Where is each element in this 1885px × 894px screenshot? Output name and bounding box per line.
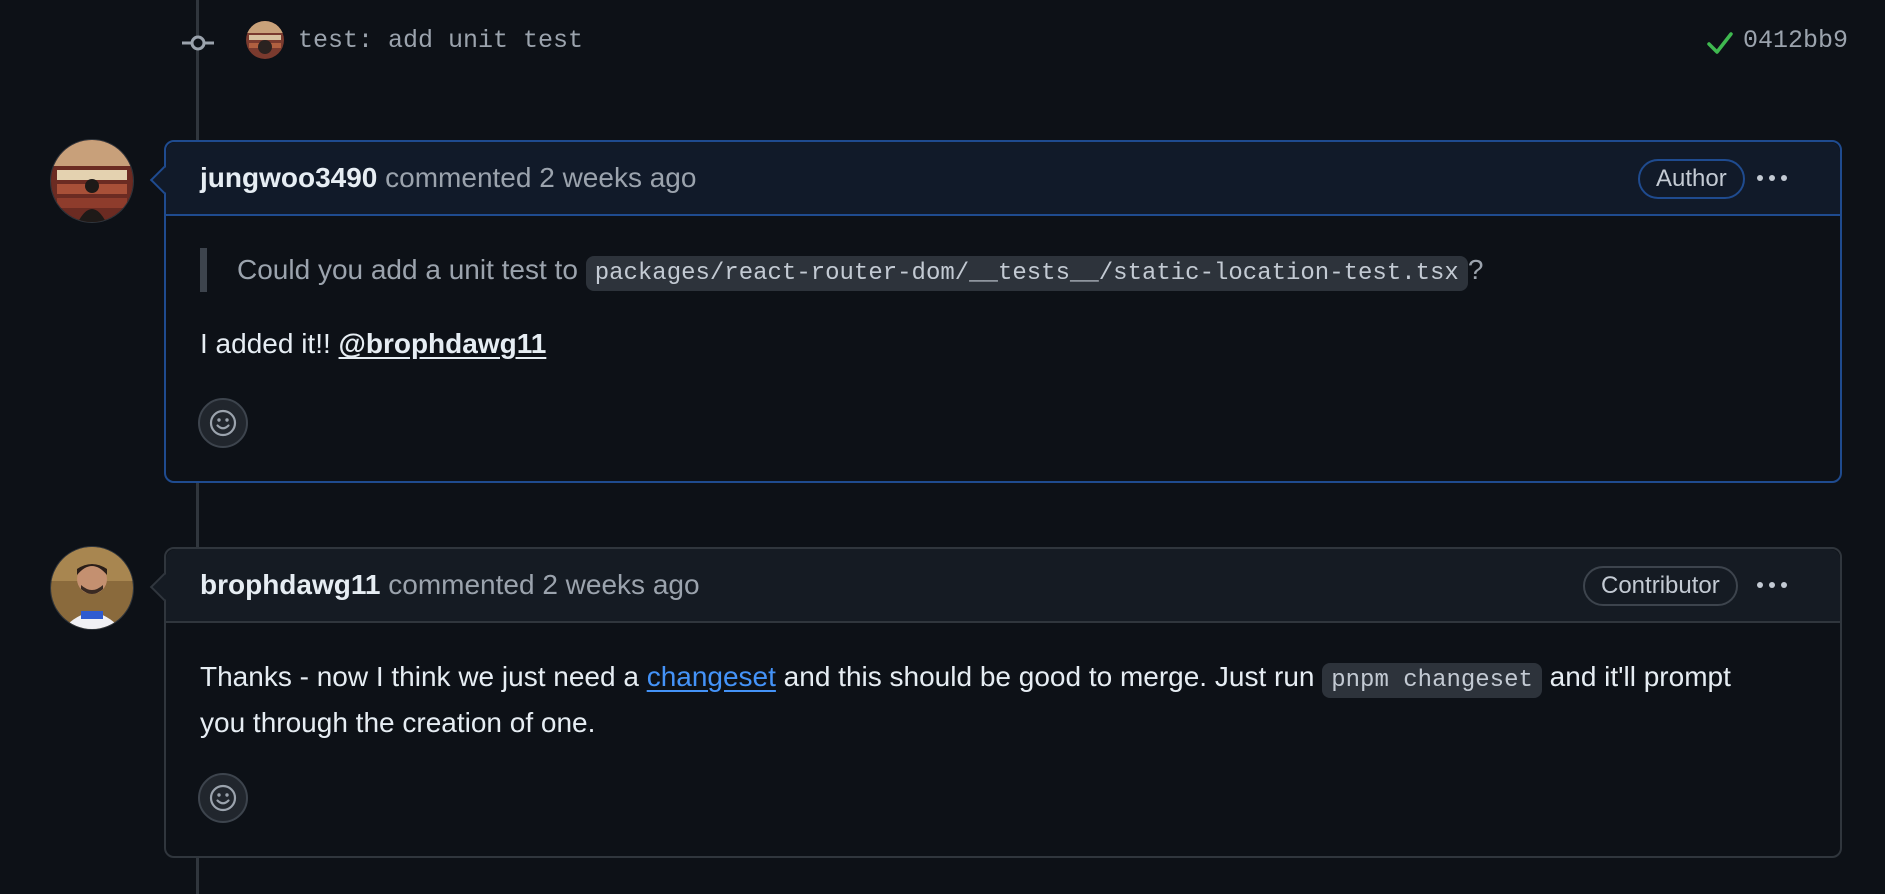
changeset-link[interactable]: changeset bbox=[647, 661, 776, 692]
quote-suffix: ? bbox=[1467, 254, 1484, 285]
quote-text: Could you add a unit test to bbox=[237, 254, 586, 285]
inline-code: packages/react-router-dom/__tests__/stat… bbox=[585, 256, 1468, 291]
avatar-jungwoo3490[interactable] bbox=[50, 139, 134, 223]
author-badge: Author bbox=[1638, 159, 1745, 199]
inline-code: pnpm changeset bbox=[1322, 663, 1542, 698]
comment-body: I added it!! @brophdawg11 bbox=[200, 323, 546, 365]
blockquote: Could you add a unit test to packages/re… bbox=[200, 248, 1483, 292]
commit-sha[interactable]: 0412bb9 bbox=[1743, 26, 1848, 55]
author-link[interactable]: brophdawg11 bbox=[200, 569, 380, 600]
kebab-horizontal-icon[interactable] bbox=[1754, 579, 1790, 591]
comment-timestamp[interactable]: commented 2 weeks ago bbox=[388, 569, 699, 600]
comment-header-text: brophdawg11 commented 2 weeks ago bbox=[200, 569, 700, 601]
body-line: you through the creation of one. bbox=[200, 707, 596, 738]
commit-row: test: add unit test 0412bb9 bbox=[0, 0, 1885, 86]
add-reaction-button[interactable] bbox=[198, 773, 248, 823]
comment-timestamp[interactable]: commented 2 weeks ago bbox=[385, 162, 696, 193]
user-mention[interactable]: @brophdawg11 bbox=[339, 328, 547, 359]
author-link[interactable]: jungwoo3490 bbox=[200, 162, 377, 193]
add-reaction-button[interactable] bbox=[198, 398, 248, 448]
kebab-horizontal-icon[interactable] bbox=[1754, 172, 1790, 184]
comment-brophdawg11: brophdawg11 commented 2 weeks ago Contri… bbox=[149, 547, 1842, 858]
comment-jungwoo3490: jungwoo3490 commented 2 weeks ago Author… bbox=[149, 140, 1842, 483]
comment-body: Thanks - now I think we just need a chan… bbox=[200, 656, 1810, 744]
check-icon bbox=[1707, 32, 1733, 54]
contributor-badge: Contributor bbox=[1583, 566, 1738, 606]
avatar-brophdawg11[interactable] bbox=[50, 546, 134, 630]
body-text: Thanks - now I think we just need a bbox=[200, 661, 647, 692]
body-line: Thanks - now I think we just need a chan… bbox=[200, 656, 1810, 702]
smiley-icon bbox=[209, 409, 237, 437]
comment-header-text: jungwoo3490 commented 2 weeks ago bbox=[200, 162, 696, 194]
body-text: and it'll prompt bbox=[1541, 661, 1731, 692]
commit-author-avatar[interactable] bbox=[246, 21, 284, 59]
git-commit-icon bbox=[182, 35, 214, 51]
comment-header: jungwoo3490 commented 2 weeks ago Author bbox=[166, 142, 1840, 216]
smiley-icon bbox=[209, 784, 237, 812]
body-text: and this should be good to merge. Just r… bbox=[775, 661, 1323, 692]
commit-message[interactable]: test: add unit test bbox=[298, 26, 583, 55]
comment-header: brophdawg11 commented 2 weeks ago Contri… bbox=[166, 549, 1840, 623]
body-text: I added it!! bbox=[200, 328, 339, 359]
